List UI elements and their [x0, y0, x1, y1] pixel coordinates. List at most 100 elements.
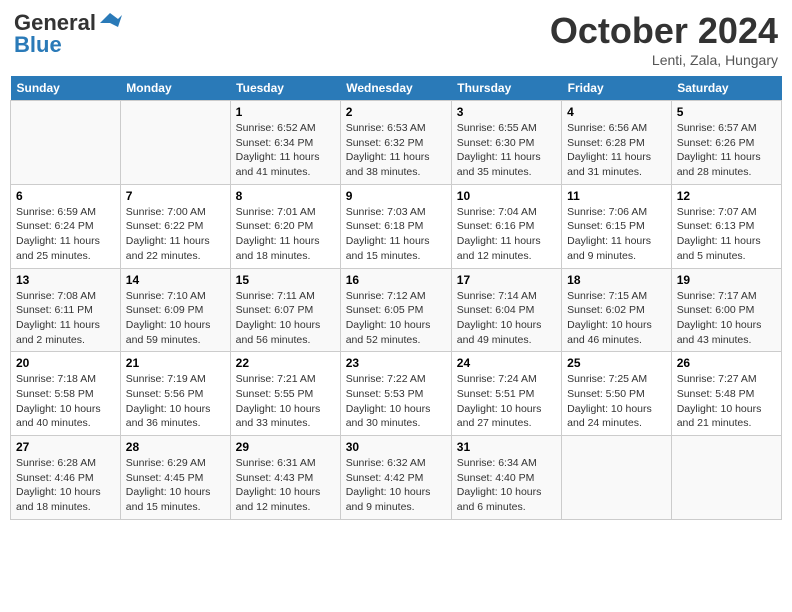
day-number: 30 [346, 440, 446, 454]
day-info: Sunrise: 7:11 AMSunset: 6:07 PMDaylight:… [236, 289, 335, 348]
calendar-cell: 4 Sunrise: 6:56 AMSunset: 6:28 PMDaylight… [562, 101, 672, 185]
day-info: Sunrise: 6:55 AMSunset: 6:30 PMDaylight:… [457, 121, 556, 180]
day-info: Sunrise: 7:24 AMSunset: 5:51 PMDaylight:… [457, 372, 556, 431]
day-number: 1 [236, 105, 335, 119]
page-header: General Blue October 2024 Lenti, Zala, H… [10, 10, 782, 68]
day-number: 15 [236, 273, 335, 287]
day-info: Sunrise: 6:29 AMSunset: 4:45 PMDaylight:… [126, 456, 225, 515]
day-number: 24 [457, 356, 556, 370]
logo-blue: Blue [14, 32, 62, 58]
calendar-cell: 3 Sunrise: 6:55 AMSunset: 6:30 PMDaylight… [451, 101, 561, 185]
day-number: 25 [567, 356, 666, 370]
calendar-cell: 18Sunrise: 7:15 AMSunset: 6:02 PMDayligh… [562, 268, 672, 352]
calendar-cell: 2 Sunrise: 6:53 AMSunset: 6:32 PMDaylight… [340, 101, 451, 185]
day-info: Sunrise: 7:07 AMSunset: 6:13 PMDaylight:… [677, 205, 776, 264]
calendar-cell: 27Sunrise: 6:28 AMSunset: 4:46 PMDayligh… [11, 436, 121, 520]
day-info: Sunrise: 7:00 AMSunset: 6:22 PMDaylight:… [126, 205, 225, 264]
location: Lenti, Zala, Hungary [550, 52, 778, 68]
day-number: 31 [457, 440, 556, 454]
calendar-cell: 20Sunrise: 7:18 AMSunset: 5:58 PMDayligh… [11, 352, 121, 436]
week-row-2: 6 Sunrise: 6:59 AMSunset: 6:24 PMDaylight… [11, 184, 782, 268]
day-number: 9 [346, 189, 446, 203]
calendar-cell: 26 Sunrise: 7:27 AMSunset: 5:48 PMDayligh… [671, 352, 781, 436]
calendar-cell [120, 101, 230, 185]
logo: General Blue [14, 10, 122, 58]
day-info: Sunrise: 6:32 AMSunset: 4:42 PMDaylight:… [346, 456, 446, 515]
day-number: 29 [236, 440, 335, 454]
day-info: Sunrise: 7:15 AMSunset: 6:02 PMDaylight:… [567, 289, 666, 348]
day-number: 6 [16, 189, 115, 203]
day-info: Sunrise: 7:21 AMSunset: 5:55 PMDaylight:… [236, 372, 335, 431]
calendar-cell: 7 Sunrise: 7:00 AMSunset: 6:22 PMDaylight… [120, 184, 230, 268]
day-number: 26 [677, 356, 776, 370]
col-header-saturday: Saturday [671, 76, 781, 101]
day-number: 2 [346, 105, 446, 119]
calendar-cell: 16 Sunrise: 7:12 AMSunset: 6:05 PMDayligh… [340, 268, 451, 352]
calendar-table: SundayMondayTuesdayWednesdayThursdayFrid… [10, 76, 782, 520]
day-number: 4 [567, 105, 666, 119]
calendar-cell: 1 Sunrise: 6:52 AMSunset: 6:34 PMDaylight… [230, 101, 340, 185]
day-number: 8 [236, 189, 335, 203]
day-info: Sunrise: 7:12 AMSunset: 6:05 PMDaylight:… [346, 289, 446, 348]
day-number: 17 [457, 273, 556, 287]
week-row-1: 1 Sunrise: 6:52 AMSunset: 6:34 PMDaylight… [11, 101, 782, 185]
calendar-cell [562, 436, 672, 520]
day-info: Sunrise: 7:03 AMSunset: 6:18 PMDaylight:… [346, 205, 446, 264]
day-number: 3 [457, 105, 556, 119]
calendar-cell [11, 101, 121, 185]
day-info: Sunrise: 7:27 AMSunset: 5:48 PMDaylight:… [677, 372, 776, 431]
day-info: Sunrise: 6:56 AMSunset: 6:28 PMDaylight:… [567, 121, 666, 180]
col-header-monday: Monday [120, 76, 230, 101]
calendar-cell: 6 Sunrise: 6:59 AMSunset: 6:24 PMDaylight… [11, 184, 121, 268]
calendar-cell: 9 Sunrise: 7:03 AMSunset: 6:18 PMDaylight… [340, 184, 451, 268]
calendar-cell: 24 Sunrise: 7:24 AMSunset: 5:51 PMDayligh… [451, 352, 561, 436]
day-info: Sunrise: 6:53 AMSunset: 6:32 PMDaylight:… [346, 121, 446, 180]
day-info: Sunrise: 6:59 AMSunset: 6:24 PMDaylight:… [16, 205, 115, 264]
day-info: Sunrise: 7:19 AMSunset: 5:56 PMDaylight:… [126, 372, 225, 431]
calendar-cell: 31 Sunrise: 6:34 AMSunset: 4:40 PMDayligh… [451, 436, 561, 520]
col-header-friday: Friday [562, 76, 672, 101]
calendar-cell: 23 Sunrise: 7:22 AMSunset: 5:53 PMDayligh… [340, 352, 451, 436]
col-header-wednesday: Wednesday [340, 76, 451, 101]
day-number: 10 [457, 189, 556, 203]
col-header-sunday: Sunday [11, 76, 121, 101]
day-info: Sunrise: 6:57 AMSunset: 6:26 PMDaylight:… [677, 121, 776, 180]
day-number: 23 [346, 356, 446, 370]
calendar-cell: 10 Sunrise: 7:04 AMSunset: 6:16 PMDayligh… [451, 184, 561, 268]
calendar-cell: 14Sunrise: 7:10 AMSunset: 6:09 PMDayligh… [120, 268, 230, 352]
day-number: 27 [16, 440, 115, 454]
calendar-cell [671, 436, 781, 520]
calendar-cell: 15 Sunrise: 7:11 AMSunset: 6:07 PMDayligh… [230, 268, 340, 352]
day-info: Sunrise: 7:01 AMSunset: 6:20 PMDaylight:… [236, 205, 335, 264]
calendar-cell: 25Sunrise: 7:25 AMSunset: 5:50 PMDayligh… [562, 352, 672, 436]
day-number: 21 [126, 356, 225, 370]
calendar-cell: 29Sunrise: 6:31 AMSunset: 4:43 PMDayligh… [230, 436, 340, 520]
day-number: 19 [677, 273, 776, 287]
col-header-tuesday: Tuesday [230, 76, 340, 101]
calendar-cell: 21 Sunrise: 7:19 AMSunset: 5:56 PMDayligh… [120, 352, 230, 436]
day-info: Sunrise: 7:04 AMSunset: 6:16 PMDaylight:… [457, 205, 556, 264]
calendar-cell: 19Sunrise: 7:17 AMSunset: 6:00 PMDayligh… [671, 268, 781, 352]
week-row-4: 20Sunrise: 7:18 AMSunset: 5:58 PMDayligh… [11, 352, 782, 436]
day-number: 28 [126, 440, 225, 454]
calendar-cell: 17Sunrise: 7:14 AMSunset: 6:04 PMDayligh… [451, 268, 561, 352]
day-info: Sunrise: 6:52 AMSunset: 6:34 PMDaylight:… [236, 121, 335, 180]
day-number: 13 [16, 273, 115, 287]
day-info: Sunrise: 6:34 AMSunset: 4:40 PMDaylight:… [457, 456, 556, 515]
logo-bird-icon [100, 13, 122, 31]
day-info: Sunrise: 7:22 AMSunset: 5:53 PMDaylight:… [346, 372, 446, 431]
day-number: 14 [126, 273, 225, 287]
calendar-cell: 8 Sunrise: 7:01 AMSunset: 6:20 PMDaylight… [230, 184, 340, 268]
day-number: 7 [126, 189, 225, 203]
day-number: 5 [677, 105, 776, 119]
calendar-cell: 12Sunrise: 7:07 AMSunset: 6:13 PMDayligh… [671, 184, 781, 268]
col-header-thursday: Thursday [451, 76, 561, 101]
calendar-cell: 22 Sunrise: 7:21 AMSunset: 5:55 PMDayligh… [230, 352, 340, 436]
day-info: Sunrise: 7:08 AMSunset: 6:11 PMDaylight:… [16, 289, 115, 348]
week-row-5: 27Sunrise: 6:28 AMSunset: 4:46 PMDayligh… [11, 436, 782, 520]
calendar-header-row: SundayMondayTuesdayWednesdayThursdayFrid… [11, 76, 782, 101]
calendar-cell: 11Sunrise: 7:06 AMSunset: 6:15 PMDayligh… [562, 184, 672, 268]
day-number: 16 [346, 273, 446, 287]
calendar-cell: 13 Sunrise: 7:08 AMSunset: 6:11 PMDayligh… [11, 268, 121, 352]
day-number: 22 [236, 356, 335, 370]
